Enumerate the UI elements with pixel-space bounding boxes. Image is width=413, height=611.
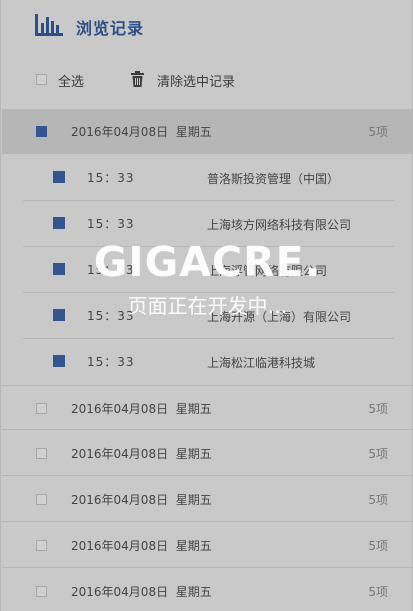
trash-icon[interactable] bbox=[131, 71, 144, 87]
page-title: 浏览记录 bbox=[76, 19, 145, 38]
group-date: 2016年04月08日 星期五 bbox=[71, 447, 212, 461]
history-item-row[interactable]: 15：33 上海垓方网络科技有限公司 bbox=[23, 201, 394, 247]
history-group-row[interactable]: 2016年04月08日 星期五 5项 bbox=[2, 109, 413, 154]
item-checkbox[interactable] bbox=[53, 309, 65, 321]
group-date: 2016年04月08日 星期五 bbox=[71, 585, 212, 599]
group-count: 5项 bbox=[368, 447, 388, 461]
history-item-row[interactable]: 15：33 普洛斯投资管理（中国） bbox=[23, 155, 394, 201]
item-time: 15：33 bbox=[87, 263, 135, 277]
item-checkbox[interactable] bbox=[53, 263, 65, 275]
toolbar: 全选 清除选中记录 bbox=[1, 60, 413, 100]
item-company-link[interactable]: 上海开源（上海）有限公司 bbox=[207, 308, 351, 325]
group-date: 2016年04月08日 星期五 bbox=[71, 125, 212, 139]
item-time: 15：33 bbox=[87, 217, 135, 231]
group-date: 2016年04月08日 星期五 bbox=[71, 539, 212, 553]
group-date: 2016年04月08日 星期五 bbox=[71, 402, 212, 416]
history-group-row[interactable]: 2016年04月08日 星期五 5项 bbox=[2, 523, 413, 568]
history-group-row[interactable]: 2016年04月08日 星期五 5项 bbox=[2, 385, 413, 430]
group-checkbox[interactable] bbox=[36, 494, 47, 505]
bar-chart-icon bbox=[35, 14, 63, 36]
history-group-row[interactable]: 2016年04月08日 星期五 5项 bbox=[2, 431, 413, 476]
clear-selected-button[interactable]: 清除选中记录 bbox=[157, 71, 235, 90]
group-checkbox[interactable] bbox=[36, 586, 47, 597]
group-count: 5项 bbox=[368, 125, 388, 139]
group-count: 5项 bbox=[368, 585, 388, 599]
group-count: 5项 bbox=[368, 493, 388, 507]
history-group-row[interactable]: 2016年04月08日 星期五 5项 bbox=[2, 569, 413, 611]
group-checkbox[interactable] bbox=[36, 126, 47, 137]
item-checkbox[interactable] bbox=[53, 217, 65, 229]
item-time: 15：33 bbox=[87, 171, 135, 185]
history-group-row[interactable]: 2016年04月08日 星期五 5项 bbox=[2, 477, 413, 522]
history-item-row[interactable]: 15：33 上海浮管网络有限公司 bbox=[23, 247, 394, 293]
item-checkbox[interactable] bbox=[53, 355, 65, 367]
history-item-row[interactable]: 15：33 上海松江临港科技城 bbox=[23, 339, 394, 385]
group-checkbox[interactable] bbox=[36, 448, 47, 459]
item-company-link[interactable]: 上海松江临港科技城 bbox=[207, 354, 315, 371]
group-count: 5项 bbox=[368, 539, 388, 553]
group-date: 2016年04月08日 星期五 bbox=[71, 493, 212, 507]
page: 浏览记录 全选 清除选中记录 2016年04月08日 星期五 5项 15：33 … bbox=[0, 0, 413, 611]
group-checkbox[interactable] bbox=[36, 403, 47, 414]
item-time: 15：33 bbox=[87, 309, 135, 323]
item-company-link[interactable]: 上海垓方网络科技有限公司 bbox=[207, 216, 351, 233]
group-checkbox[interactable] bbox=[36, 540, 47, 551]
item-company-link[interactable]: 上海浮管网络有限公司 bbox=[207, 262, 327, 279]
item-company-link[interactable]: 普洛斯投资管理（中国） bbox=[207, 170, 339, 187]
select-all-checkbox[interactable] bbox=[36, 74, 47, 85]
select-all-label[interactable]: 全选 bbox=[58, 71, 84, 90]
history-item-row[interactable]: 15：33 上海开源（上海）有限公司 bbox=[23, 293, 394, 339]
group-count: 5项 bbox=[368, 402, 388, 416]
item-time: 15：33 bbox=[87, 355, 135, 369]
item-checkbox[interactable] bbox=[53, 171, 65, 183]
header: 浏览记录 bbox=[1, 0, 413, 52]
